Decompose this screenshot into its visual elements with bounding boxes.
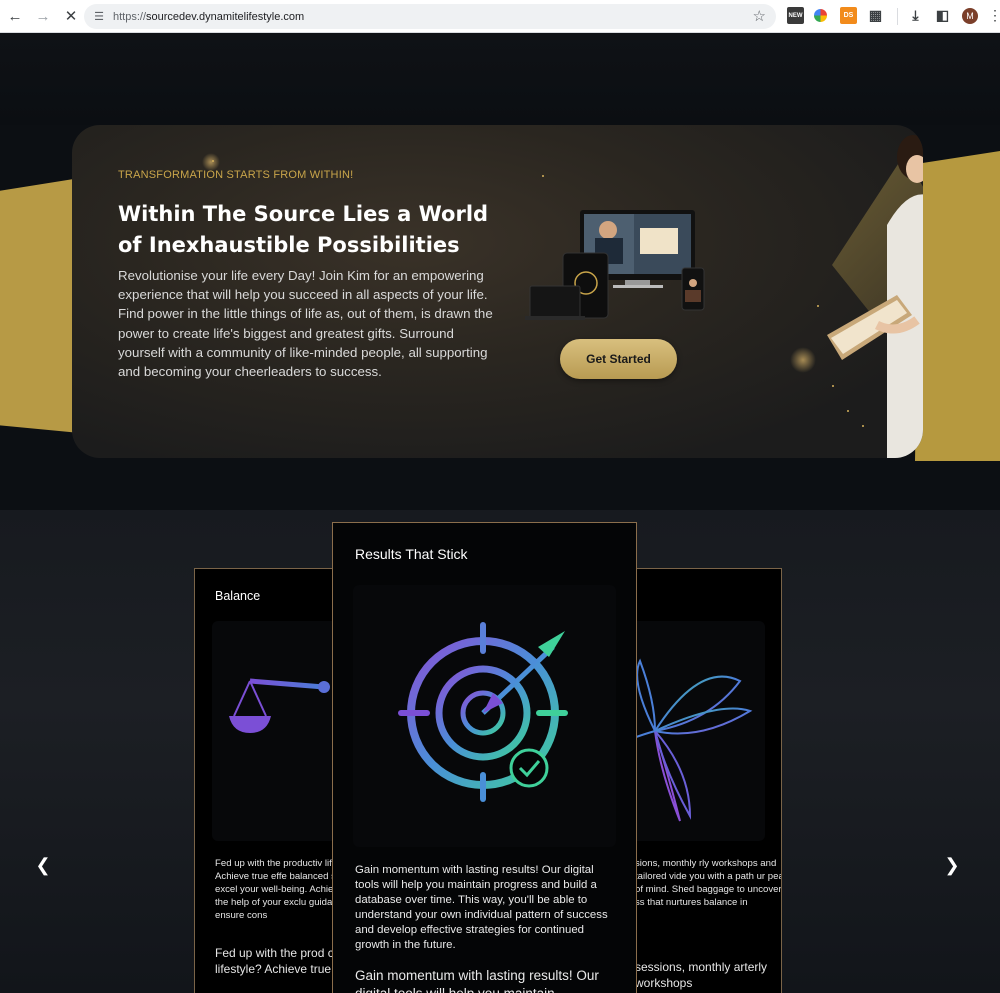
back-icon[interactable]: ← (2, 3, 28, 29)
devices-mockup-image (525, 210, 705, 320)
get-started-button[interactable]: Get Started (560, 339, 677, 379)
chevron-right-icon[interactable]: ❯ (942, 855, 962, 875)
card-body-large: Gain momentum with lasting results! Our … (355, 968, 599, 993)
side-panel-icon[interactable]: ◧ (934, 7, 951, 24)
sparkle (212, 160, 214, 162)
feature-card-results[interactable]: Results That Stick Gain momentum with la… (332, 522, 637, 993)
page-viewport: TRANSFORMATION STARTS FROM WITHIN! Withi… (0, 33, 1000, 993)
url-host: sourcedev.dynamitelifestyle.com (146, 10, 305, 23)
person-with-tablet-image (827, 135, 923, 458)
extensions-puzzle-icon[interactable]: ▦ (867, 7, 884, 24)
card-body-small: sions, monthly rly workshops and tailore… (635, 858, 782, 908)
card-body-large: sessions, monthly arterly workshops (635, 960, 768, 990)
target-icon (398, 622, 568, 802)
hero-title: Within The Source Lies a World of Inexha… (118, 202, 489, 257)
extension-new-icon[interactable]: NEW (787, 7, 804, 24)
hero-description: Revolutionise your life every Day! Join … (118, 268, 493, 380)
gold-decoration-left (0, 178, 80, 433)
stop-loading-icon[interactable]: ✕ (58, 3, 84, 29)
bookmark-star-icon[interactable]: ☆ (753, 7, 766, 25)
address-bar[interactable]: ☰ https://sourcedev.dynamitelifestyle.co… (84, 4, 776, 29)
url-scheme: https:// (113, 10, 147, 23)
forward-icon[interactable]: → (30, 3, 56, 29)
color-picker-extension-icon[interactable] (814, 9, 827, 22)
bokeh-light (790, 347, 816, 373)
hero-eyebrow: TRANSFORMATION STARTS FROM WITHIN! (118, 169, 354, 181)
chevron-left-icon[interactable]: ❮ (33, 855, 53, 875)
ds-extension-icon[interactable]: DS (840, 7, 857, 24)
download-icon[interactable]: ⤓ (907, 7, 924, 24)
gold-decoration-right (915, 151, 1000, 461)
card-title: Results That Stick (355, 546, 468, 562)
sparkle (542, 175, 544, 177)
header-band (0, 33, 1000, 125)
site-info-icon[interactable]: ☰ (90, 8, 108, 26)
menu-kebab-icon[interactable]: ⋮ (988, 7, 1000, 24)
card-body: Gain momentum with lasting results! Our … (355, 864, 608, 951)
profile-avatar[interactable]: M (962, 8, 978, 24)
toolbar-divider (897, 8, 898, 25)
browser-toolbar: ← → ✕ ☰ https://sourcedev.dynamitelifest… (0, 0, 1000, 33)
card-image (353, 585, 616, 847)
card-title: Balance (215, 589, 261, 603)
url-text[interactable]: https://sourcedev.dynamitelifestyle.com (113, 11, 304, 23)
